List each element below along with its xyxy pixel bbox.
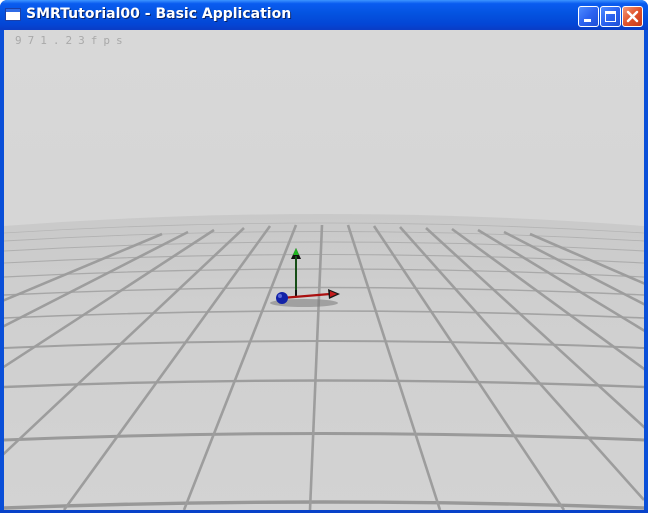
maximize-icon (605, 11, 616, 22)
app-window-icon[interactable] (5, 8, 21, 21)
close-icon (626, 10, 639, 23)
3d-viewport[interactable]: 971.23fps (4, 30, 644, 510)
minimize-icon (584, 19, 591, 22)
title-bar[interactable]: SMRTutorial00 - Basic Application (0, 0, 648, 30)
maximize-button[interactable] (600, 6, 621, 27)
minimize-button[interactable] (578, 6, 599, 27)
application-window: SMRTutorial00 - Basic Application 971.23… (0, 0, 648, 513)
sphere-highlight (278, 294, 282, 298)
z-axis-origin-sphere (276, 292, 288, 304)
window-title: SMRTutorial00 - Basic Application (26, 6, 292, 22)
fps-counter: 971.23fps (15, 34, 129, 47)
scene-canvas (4, 30, 644, 510)
close-button[interactable] (622, 6, 643, 27)
